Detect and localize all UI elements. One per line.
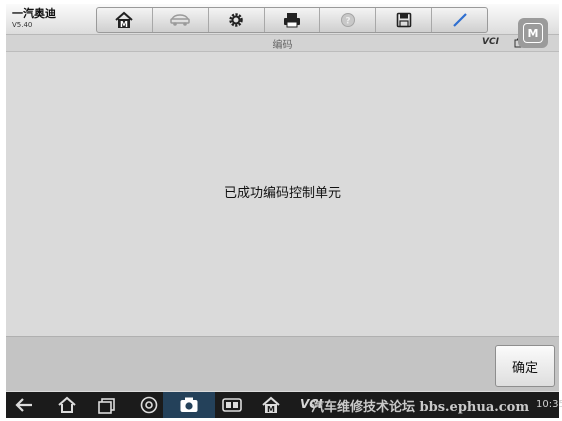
settings-button[interactable]	[209, 8, 265, 32]
page-title: 编码	[272, 40, 293, 51]
app-version: V5.40	[12, 21, 33, 29]
vci-status: VCI	[482, 37, 499, 47]
recent-apps-icon[interactable]	[97, 396, 117, 414]
m-icon: M	[523, 23, 543, 43]
svg-text:M: M	[267, 405, 275, 414]
svg-text:?: ?	[345, 17, 350, 27]
vehicle-swap-button[interactable]	[153, 8, 209, 32]
screenshot-button-active[interactable]	[163, 392, 215, 418]
print-button[interactable]	[265, 8, 321, 32]
gear-icon	[229, 13, 243, 27]
car-swap-icon	[170, 14, 191, 26]
watermark-text: 汽车维修技术论坛 bbs.ephua.com	[311, 400, 530, 415]
camera-icon	[180, 397, 198, 412]
bottom-action-bar: 确定	[6, 336, 559, 391]
back-icon[interactable]	[14, 396, 36, 414]
svg-text:M: M	[120, 20, 128, 29]
top-toolbar: 一汽奥迪 V5.40 M ?	[6, 4, 559, 35]
app-window: 一汽奥迪 V5.40 M ? 编码 VCI 已成功编码控制单元 确定	[6, 4, 559, 395]
pen-icon	[452, 13, 467, 27]
save-icon	[396, 12, 412, 28]
main-content: 已成功编码控制单元	[6, 52, 559, 336]
floating-m-button[interactable]: M	[518, 18, 548, 48]
status-message: 已成功编码控制单元	[223, 186, 341, 201]
home-m-nav-icon[interactable]: M	[261, 396, 281, 414]
app-title: 一汽奥迪	[12, 7, 56, 20]
toolbar-button-group: M ?	[96, 7, 488, 33]
display-icon[interactable]	[221, 396, 243, 414]
help-icon: ?	[340, 13, 355, 27]
help-button[interactable]: ?	[320, 8, 377, 32]
printer-icon	[284, 13, 300, 28]
vci-status-label: VCI	[482, 37, 499, 47]
data-log-button[interactable]	[432, 8, 487, 32]
home-button[interactable]: M	[97, 8, 153, 32]
home-icon[interactable]	[56, 396, 78, 414]
sub-header: 编码 VCI	[6, 35, 559, 52]
save-button[interactable]	[376, 8, 433, 32]
clock: 10:35	[536, 399, 562, 410]
home-m-icon: M	[115, 11, 134, 29]
ok-button[interactable]: 确定	[495, 345, 555, 387]
browser-icon[interactable]	[139, 396, 159, 414]
